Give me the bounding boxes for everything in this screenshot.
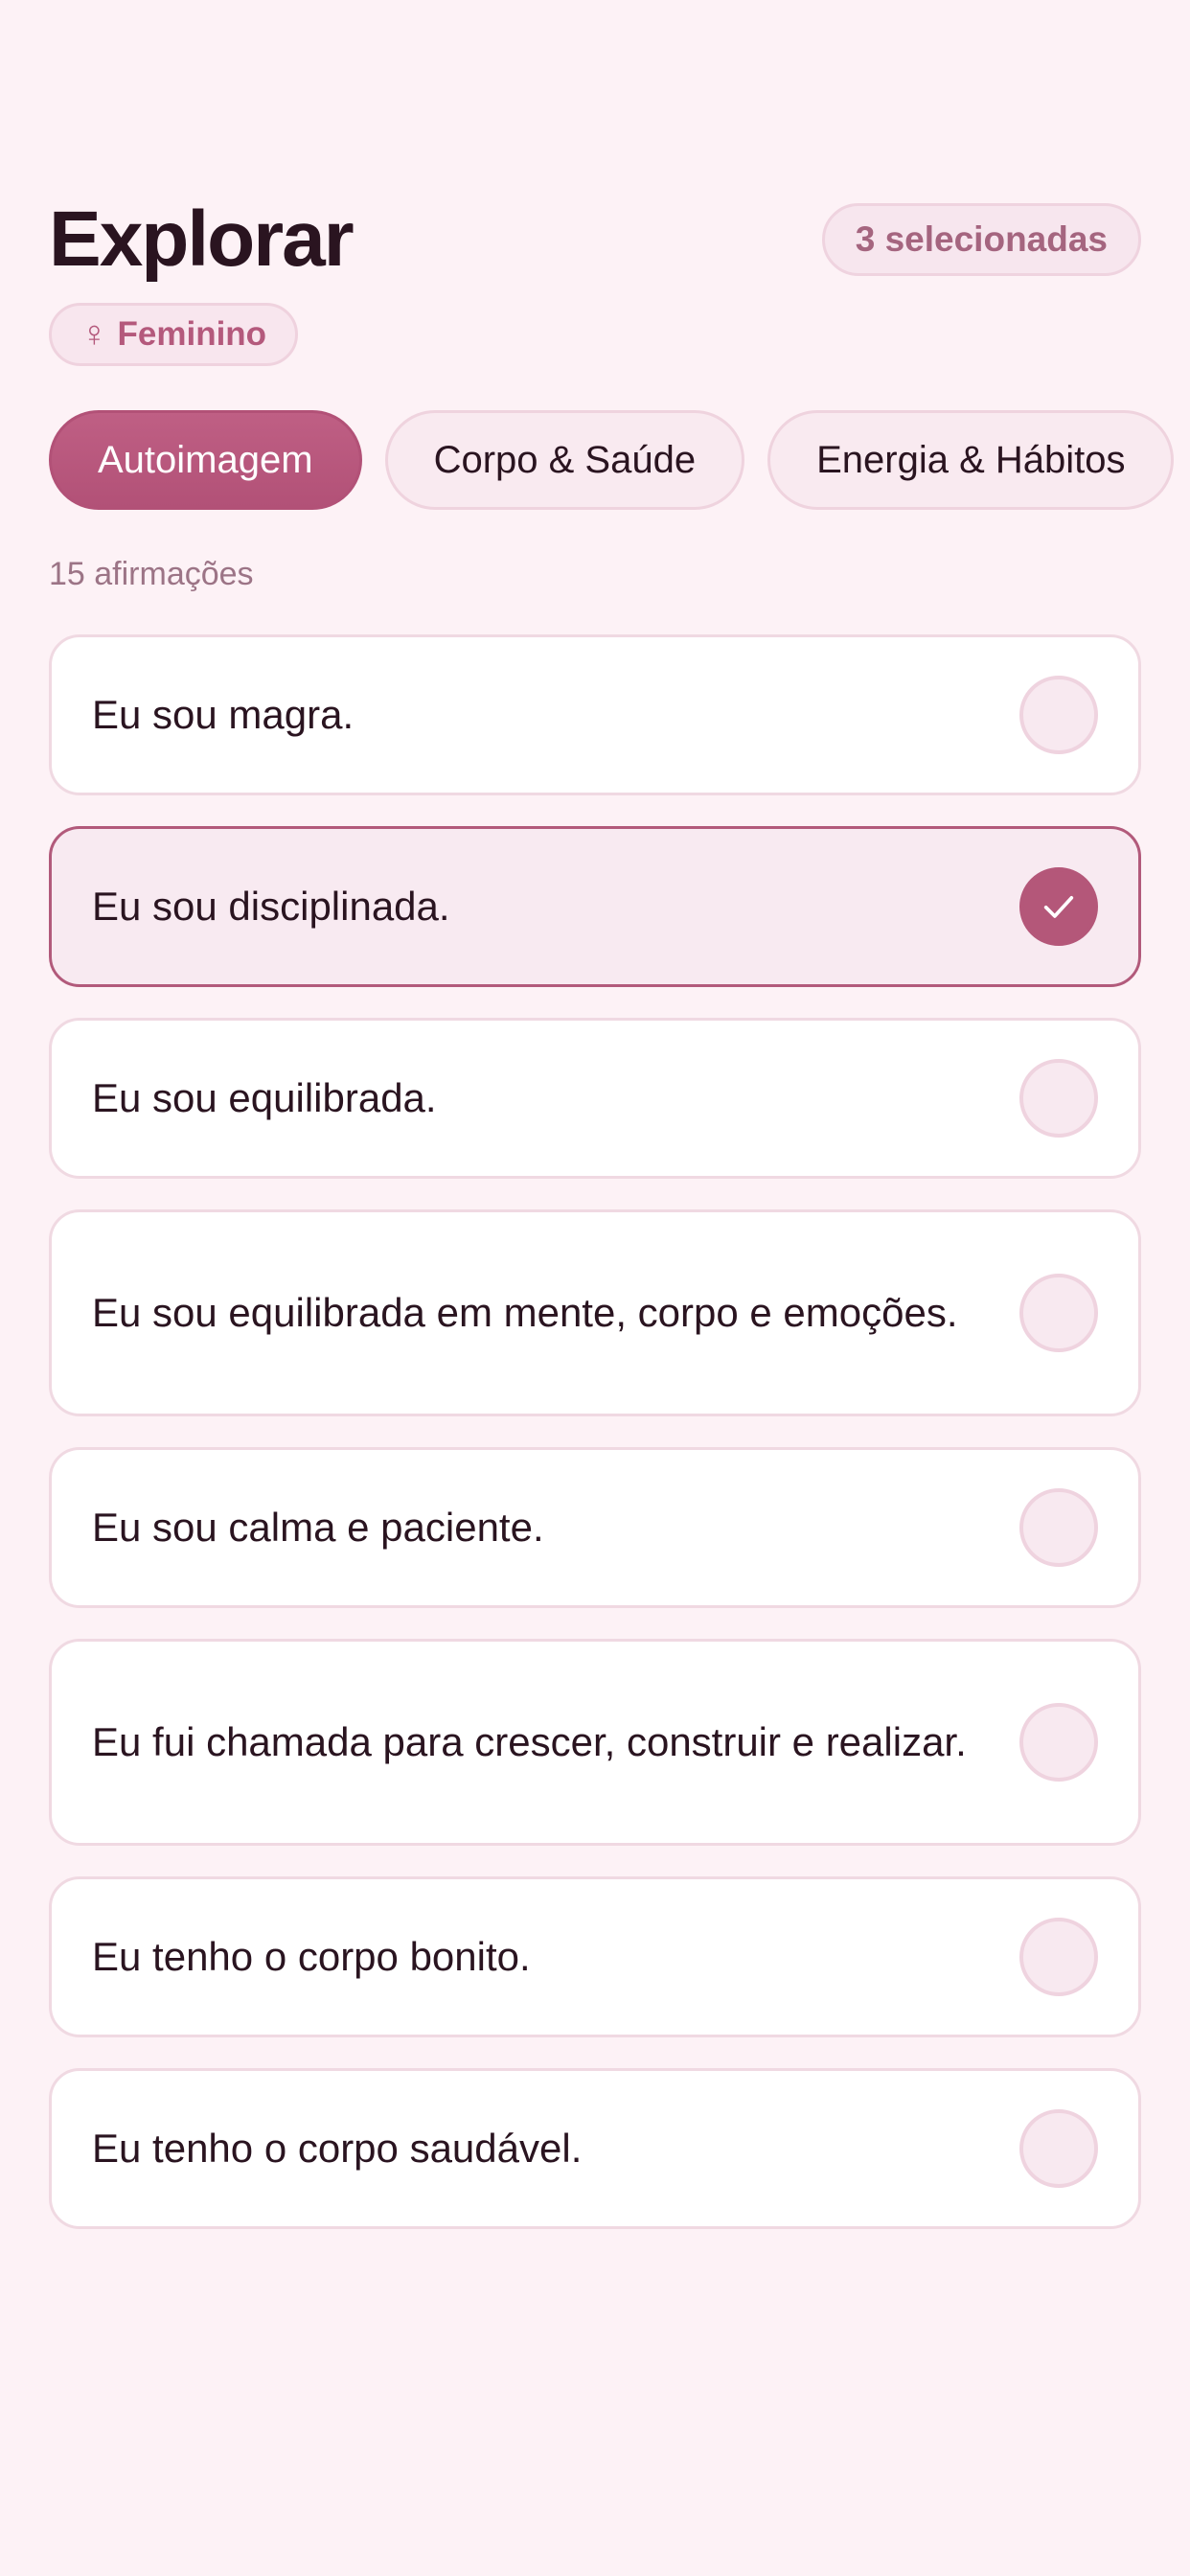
affirmation-text: Eu tenho o corpo saudável. [92, 2126, 583, 2171]
select-checkbox[interactable] [1019, 676, 1098, 754]
checkmark-icon [1043, 896, 1074, 918]
affirmation-card[interactable]: Eu fui chamada para crescer, construir e… [49, 1639, 1141, 1846]
select-checkbox[interactable] [1019, 1059, 1098, 1138]
affirmation-card[interactable]: Eu sou calma e paciente. [49, 1447, 1141, 1608]
affirmation-count: 15 afirmações [49, 556, 254, 592]
affirmation-text: Eu tenho o corpo bonito. [92, 1934, 531, 1979]
select-checkbox[interactable] [1019, 2109, 1098, 2188]
select-checkbox[interactable] [1019, 1918, 1098, 1996]
affirmation-text: Eu sou disciplinada. [92, 884, 450, 929]
category-tabs: Autoimagem Corpo & Saúde Energia & Hábit… [49, 410, 1190, 510]
affirmation-card[interactable]: Eu sou disciplinada. [49, 826, 1141, 987]
affirmation-list: Eu sou magra. Eu sou disciplinada. Eu so… [49, 634, 1141, 2229]
select-checkbox[interactable] [1019, 867, 1098, 946]
affirmation-text: Eu sou equilibrada. [92, 1075, 437, 1120]
affirmation-card[interactable]: Eu tenho o corpo bonito. [49, 1876, 1141, 2037]
tab-energia-habitos[interactable]: Energia & Hábitos [767, 410, 1175, 510]
page-title: Explorar [49, 196, 355, 283]
affirmation-text: Eu fui chamada para crescer, construir e… [92, 1719, 967, 1764]
affirmation-card[interactable]: Eu tenho o corpo saudável. [49, 2068, 1141, 2229]
header: Explorar 3 selecionadas [49, 192, 1141, 288]
select-checkbox[interactable] [1019, 1488, 1098, 1567]
select-checkbox[interactable] [1019, 1274, 1098, 1352]
tab-autoimagem[interactable]: Autoimagem [49, 410, 362, 510]
selected-count-badge[interactable]: 3 selecionadas [821, 203, 1141, 276]
select-checkbox[interactable] [1019, 1703, 1098, 1782]
gender-filter-badge[interactable]: ♀ Feminino [49, 303, 299, 366]
affirmation-card[interactable]: Eu sou equilibrada. [49, 1018, 1141, 1179]
affirmation-card[interactable]: Eu sou magra. [49, 634, 1141, 795]
affirmation-card[interactable]: Eu sou equilibrada em mente, corpo e emo… [49, 1209, 1141, 1416]
female-icon: ♀ [80, 314, 108, 355]
affirmation-text: Eu sou magra. [92, 692, 355, 737]
affirmation-text: Eu sou equilibrada em mente, corpo e emo… [92, 1290, 958, 1335]
explore-screen: Explorar 3 selecionadas ♀ Feminino Autoi… [0, 0, 1190, 2576]
affirmation-text: Eu sou calma e paciente. [92, 1505, 544, 1550]
gender-label: Feminino [117, 315, 267, 353]
tab-corpo-saude[interactable]: Corpo & Saúde [384, 410, 745, 510]
